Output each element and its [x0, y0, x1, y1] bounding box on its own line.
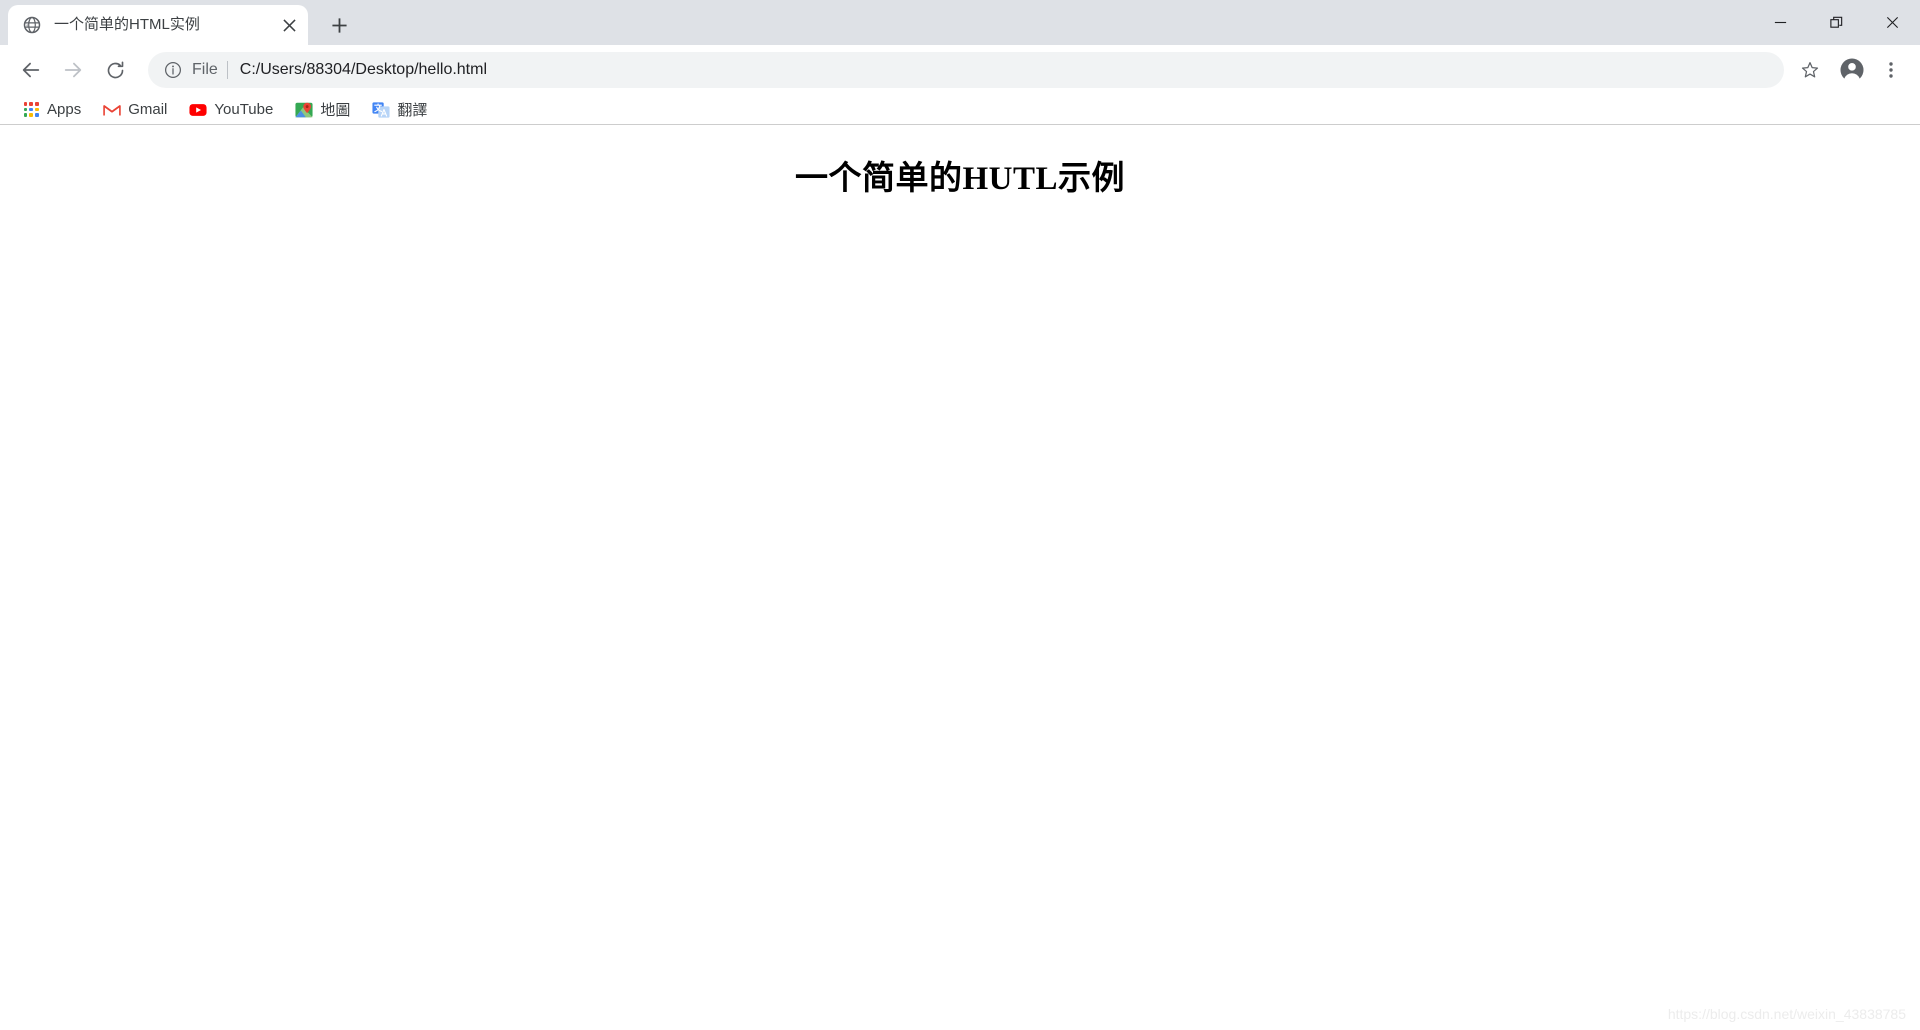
bookmark-item-gmail[interactable]: Gmail	[95, 97, 175, 123]
minimize-icon	[1774, 21, 1786, 24]
watermark-text: https://blog.csdn.net/weixin_43838785	[1667, 1006, 1906, 1022]
page-title-bold: HUTL	[962, 161, 1059, 197]
bookmark-star-button[interactable]	[1792, 52, 1828, 88]
browser-window: 一个简单的HTML实例 File C:/Users/88304/Desktop/…	[0, 0, 1920, 1030]
three-dot-menu-icon	[1889, 62, 1893, 78]
url-input[interactable]: C:/Users/88304/Desktop/hello.html	[240, 61, 1776, 79]
bookmark-label: Gmail	[128, 101, 168, 118]
profile-avatar-button[interactable]	[1832, 50, 1872, 90]
address-bar[interactable]: File C:/Users/88304/Desktop/hello.html	[148, 52, 1784, 88]
new-tab-button[interactable]	[322, 8, 356, 42]
page-title-suffix: 示例	[1058, 161, 1126, 197]
page-title: 一个简单的HUTL示例	[0, 151, 1920, 199]
page-content-area: 一个简单的HUTL示例 https://blog.csdn.net/weixin…	[0, 125, 1920, 1030]
tab-strip: 一个简单的HTML实例	[0, 0, 1920, 45]
tab-close-icon[interactable]	[276, 12, 302, 38]
arrow-forward-icon	[64, 62, 82, 78]
close-icon	[1886, 16, 1898, 29]
forward-button[interactable]	[52, 49, 94, 91]
minimize-button[interactable]	[1752, 0, 1808, 45]
globe-icon	[22, 15, 42, 35]
youtube-icon	[189, 101, 207, 119]
bookmark-item-translate[interactable]: 翻譯	[364, 97, 435, 123]
star-icon	[1801, 62, 1819, 78]
page-title-prefix: 一个简单的	[794, 161, 963, 197]
back-button[interactable]	[10, 49, 52, 91]
url-scheme-label: File	[192, 61, 218, 78]
window-controls	[1752, 0, 1920, 45]
browser-toolbar: File C:/Users/88304/Desktop/hello.html	[0, 45, 1920, 95]
gmail-icon	[103, 101, 121, 119]
info-circle-icon[interactable]	[162, 59, 184, 81]
omnibox-divider	[226, 61, 228, 79]
apps-grid-icon	[22, 101, 40, 119]
bookmark-item-youtube[interactable]: YouTube	[181, 97, 281, 123]
bookmark-label: YouTube	[214, 101, 274, 118]
bookmark-label: Apps	[47, 101, 82, 118]
restore-icon	[1829, 16, 1842, 28]
bookmark-label: 地圖	[320, 102, 351, 119]
bookmarks-bar: Apps Gmail YouTube 地圖 翻譯	[0, 95, 1920, 125]
account-circle-icon	[1840, 58, 1864, 82]
google-translate-icon	[372, 101, 390, 119]
bookmark-item-apps[interactable]: Apps	[14, 97, 89, 123]
restore-button[interactable]	[1808, 0, 1864, 45]
chrome-menu-button[interactable]	[1872, 50, 1910, 90]
close-button[interactable]	[1864, 0, 1920, 45]
reload-icon	[107, 60, 123, 78]
bookmark-item-maps[interactable]: 地圖	[287, 97, 358, 123]
tab-title: 一个简单的HTML实例	[54, 16, 200, 33]
browser-tab[interactable]: 一个简单的HTML实例	[8, 5, 308, 45]
arrow-back-icon	[22, 62, 40, 78]
reload-button[interactable]	[94, 49, 136, 91]
google-maps-icon	[295, 101, 313, 119]
plus-icon	[331, 17, 347, 33]
bookmark-label: 翻譯	[397, 102, 428, 119]
